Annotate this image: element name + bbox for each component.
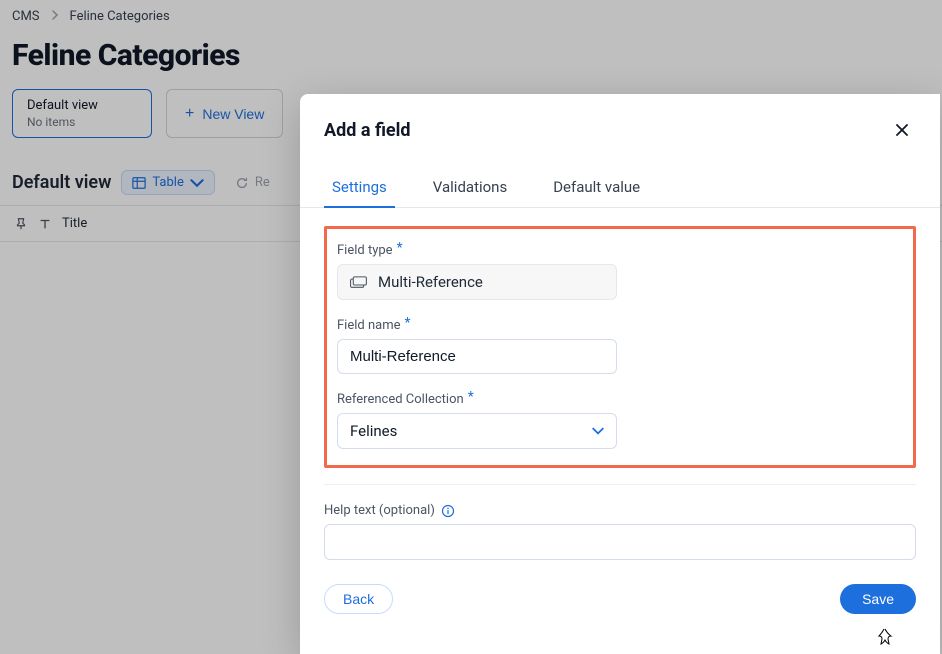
add-field-modal: Add a field Settings Validations Default… bbox=[300, 94, 940, 654]
referenced-collection-label: Referenced Collection* bbox=[337, 392, 903, 407]
multi-reference-icon bbox=[350, 276, 368, 288]
info-icon bbox=[441, 504, 455, 518]
modal-tabs: Settings Validations Default value bbox=[300, 168, 940, 208]
tab-settings[interactable]: Settings bbox=[324, 168, 395, 208]
field-name-label: Field name* bbox=[337, 318, 903, 333]
modal-title: Add a field bbox=[324, 120, 411, 141]
tab-default-value[interactable]: Default value bbox=[545, 168, 648, 208]
field-type-select[interactable]: Multi-Reference bbox=[337, 264, 617, 300]
save-button[interactable]: Save bbox=[840, 584, 916, 614]
help-text-label: Help text (optional) bbox=[324, 503, 916, 518]
close-button[interactable] bbox=[888, 116, 916, 144]
help-text-input[interactable] bbox=[324, 524, 916, 560]
field-type-value: Multi-Reference bbox=[378, 273, 483, 291]
referenced-collection-select[interactable]: Felines bbox=[337, 413, 617, 449]
field-type-label: Field type* bbox=[337, 243, 903, 258]
referenced-collection-value: Felines bbox=[350, 422, 397, 440]
chevron-down-icon bbox=[592, 425, 604, 437]
back-button[interactable]: Back bbox=[324, 584, 393, 614]
tab-validations[interactable]: Validations bbox=[425, 168, 515, 208]
field-name-input[interactable] bbox=[337, 339, 617, 374]
close-icon bbox=[894, 122, 910, 138]
highlight-region: Field type* Multi-Reference Field name* … bbox=[324, 226, 916, 468]
divider bbox=[324, 484, 916, 485]
